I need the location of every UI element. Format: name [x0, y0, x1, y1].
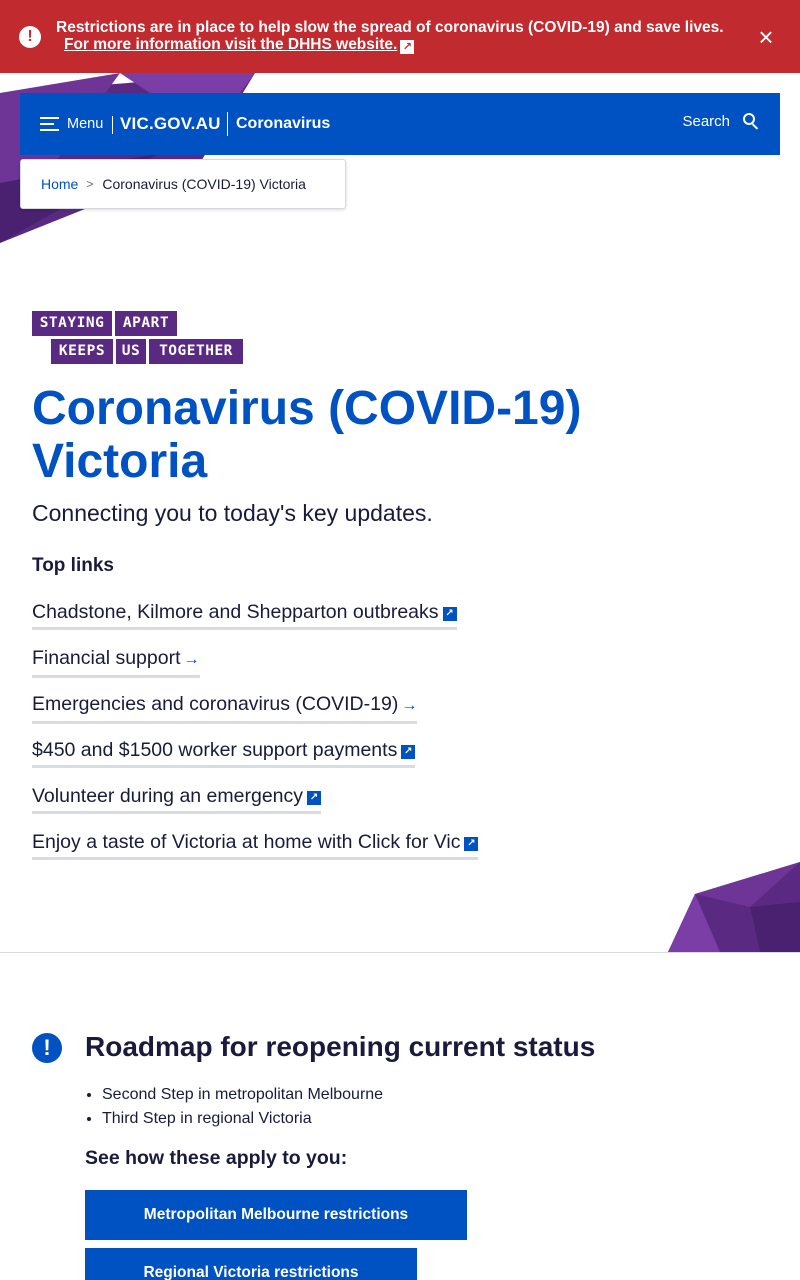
alert-banner: ! Restrictions are in place to help slow… — [0, 0, 800, 73]
external-link-icon: ↗ — [442, 607, 457, 621]
external-link-icon: ↗ — [307, 791, 322, 805]
logo-word: US — [116, 339, 146, 364]
roadmap-status-list: Second Step in metropolitan Melbourne Th… — [102, 1083, 383, 1131]
top-links-heading: Top links — [32, 555, 114, 576]
top-link-label: Emergencies and coronavirus (COVID-19) — [32, 693, 399, 715]
logo-word: KEEPS — [51, 339, 113, 364]
top-link-label: $450 and $1500 worker support payments — [32, 739, 398, 761]
menu-label: Menu — [67, 116, 104, 132]
breadcrumb-separator: > — [86, 177, 94, 191]
top-link-label: Enjoy a taste of Victoria at home with C… — [32, 831, 461, 853]
logo-word: STAYING — [32, 311, 112, 336]
logo-word: TOGETHER — [149, 339, 243, 364]
arrow-right-icon: → — [401, 697, 418, 714]
alert-message: Restrictions are in place to help slow t… — [56, 19, 736, 54]
top-link-label: Financial support — [32, 647, 181, 669]
search-label: Search — [682, 112, 730, 130]
external-link-icon: ↗ — [401, 745, 416, 759]
top-link-label: Volunteer during an emergency — [32, 785, 304, 807]
section-divider — [0, 952, 800, 953]
header-divider — [227, 112, 228, 136]
top-link-outbreaks[interactable]: Chadstone, Kilmore and Shepparton outbre… — [32, 599, 457, 630]
vic-gov-au-logo[interactable]: VIC.GOV.AU — [120, 113, 221, 135]
roadmap-title: Roadmap for reopening current status — [85, 1031, 596, 1062]
hamburger-icon — [40, 117, 59, 131]
breadcrumb-current: Coronavirus (COVID-19) Victoria — [102, 176, 306, 192]
search-button[interactable]: Search — [682, 112, 760, 130]
site-name[interactable]: Coronavirus — [236, 113, 330, 135]
top-link-financial-support[interactable]: Financial support → — [32, 645, 200, 678]
alert-text: Restrictions are in place to help slow t… — [56, 19, 724, 36]
external-link-icon: ↗ — [464, 837, 479, 851]
top-link-click-for-vic[interactable]: Enjoy a taste of Victoria at home with C… — [32, 829, 479, 860]
top-link-label: Chadstone, Kilmore and Shepparton outbre… — [32, 601, 439, 623]
top-link-volunteer[interactable]: Volunteer during an emergency ↗ — [32, 783, 322, 814]
decorative-purple-shape-bottom — [668, 862, 800, 952]
external-link-icon: ↗ — [400, 40, 415, 54]
roadmap-subheading: See how these apply to you: — [85, 1147, 348, 1169]
top-link-emergencies[interactable]: Emergencies and coronavirus (COVID-19) → — [32, 691, 418, 724]
regional-victoria-restrictions-button[interactable]: Regional Victoria restrictions — [85, 1248, 417, 1280]
site-header: Menu VIC.GOV.AU Coronavirus Search — [20, 93, 780, 155]
list-item: Third Step in regional Victoria — [102, 1107, 383, 1131]
list-item: Second Step in metropolitan Melbourne — [102, 1083, 383, 1107]
menu-button[interactable]: Menu — [40, 113, 103, 135]
logo-word: APART — [115, 311, 177, 336]
metropolitan-melbourne-restrictions-button[interactable]: Metropolitan Melbourne restrictions — [85, 1190, 467, 1240]
alert-exclamation-icon: ! — [19, 26, 41, 48]
page-intro: Connecting you to today's key updates. — [32, 500, 433, 526]
search-icon — [742, 112, 760, 130]
breadcrumb-home-link[interactable]: Home — [41, 176, 78, 192]
alert-exclamation-icon: ! — [32, 1033, 62, 1063]
top-link-worker-payments[interactable]: $450 and $1500 worker support payments ↗ — [32, 737, 416, 768]
breadcrumb: Home > Coronavirus (COVID-19) Victoria — [20, 159, 346, 209]
header-divider — [112, 116, 113, 134]
page-title: Coronavirus (COVID-19) Victoria — [32, 382, 582, 488]
close-icon[interactable]: × — [753, 24, 779, 50]
arrow-right-icon: → — [183, 651, 200, 668]
dhhs-link-label: For more information visit the DHHS webs… — [64, 36, 398, 53]
dhhs-website-link[interactable]: For more information visit the DHHS webs… — [64, 36, 397, 53]
